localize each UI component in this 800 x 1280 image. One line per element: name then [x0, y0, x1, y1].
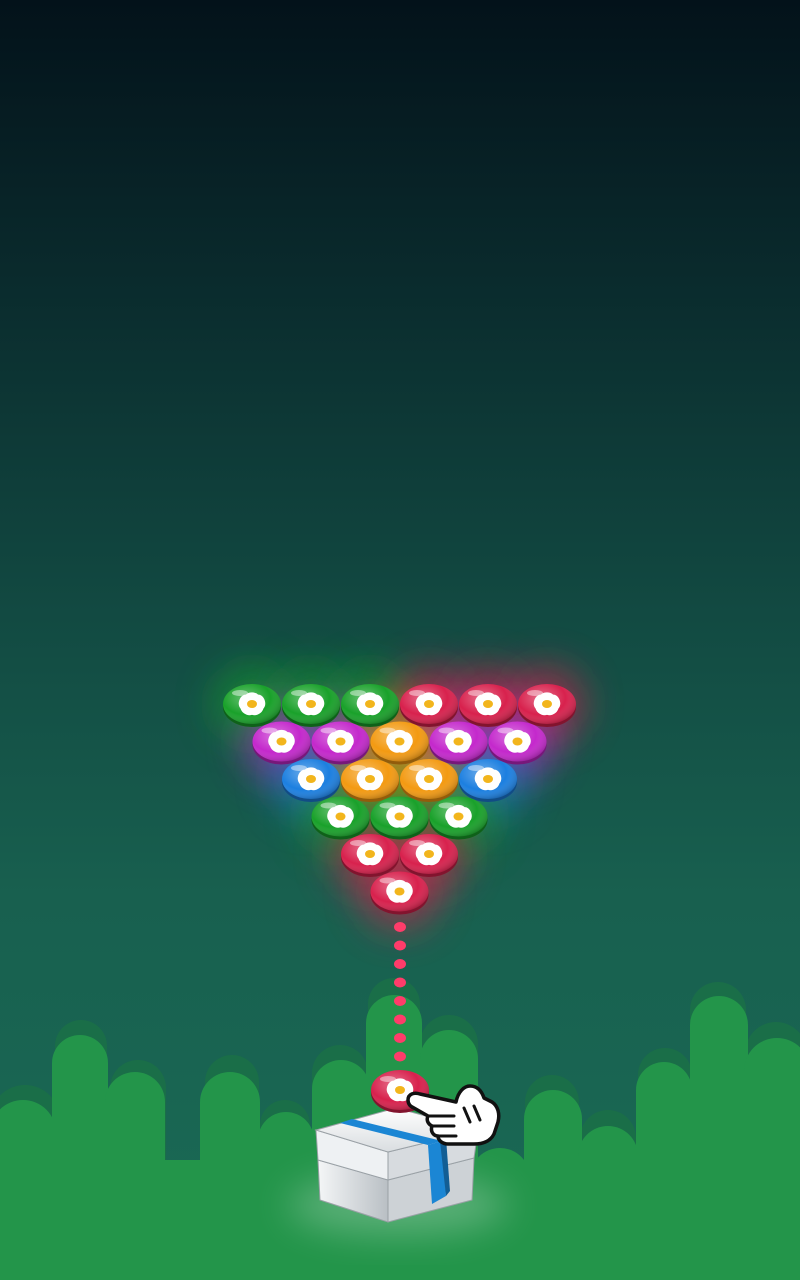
aim-dot [394, 922, 406, 932]
bubble-r0-c5[interactable] [518, 684, 576, 727]
aim-dot [394, 996, 406, 1006]
bubble-r1-c4[interactable] [488, 721, 547, 765]
bubble-r2-c3[interactable] [459, 759, 517, 802]
bubble-r1-c1[interactable] [311, 721, 370, 765]
bubble-r0-c0[interactable] [223, 684, 281, 727]
bubble-r1-c3[interactable] [429, 721, 488, 765]
bubble-r3-c0[interactable] [311, 796, 370, 840]
bubble-r2-c1[interactable] [341, 759, 399, 802]
aim-dot [394, 1014, 406, 1025]
game-scene[interactable] [0, 0, 800, 1280]
aim-dot [394, 1033, 406, 1043]
aim-dot [394, 977, 406, 988]
bubble-r1-c2[interactable] [370, 721, 429, 765]
bubble-r3-c1[interactable] [370, 796, 429, 840]
bubble-r3-c2[interactable] [429, 796, 488, 840]
aim-dot [394, 959, 406, 969]
bubble-r2-c0[interactable] [282, 759, 340, 802]
bubble-r1-c0[interactable] [252, 721, 311, 765]
bubble-r2-c2[interactable] [400, 759, 458, 802]
bubble-r0-c3[interactable] [400, 684, 458, 727]
bubble-r5-c0[interactable] [370, 871, 429, 915]
bubble-r0-c2[interactable] [341, 684, 399, 727]
bubble-r0-c4[interactable] [459, 684, 517, 727]
bubble-r4-c1[interactable] [400, 834, 458, 877]
aim-dot [394, 940, 406, 951]
bubble-r0-c1[interactable] [282, 684, 340, 727]
aim-dot [394, 1051, 406, 1062]
bubble-r4-c0[interactable] [341, 834, 399, 877]
game-screen[interactable] [0, 0, 800, 1280]
pointing-hand-icon [406, 1084, 501, 1146]
